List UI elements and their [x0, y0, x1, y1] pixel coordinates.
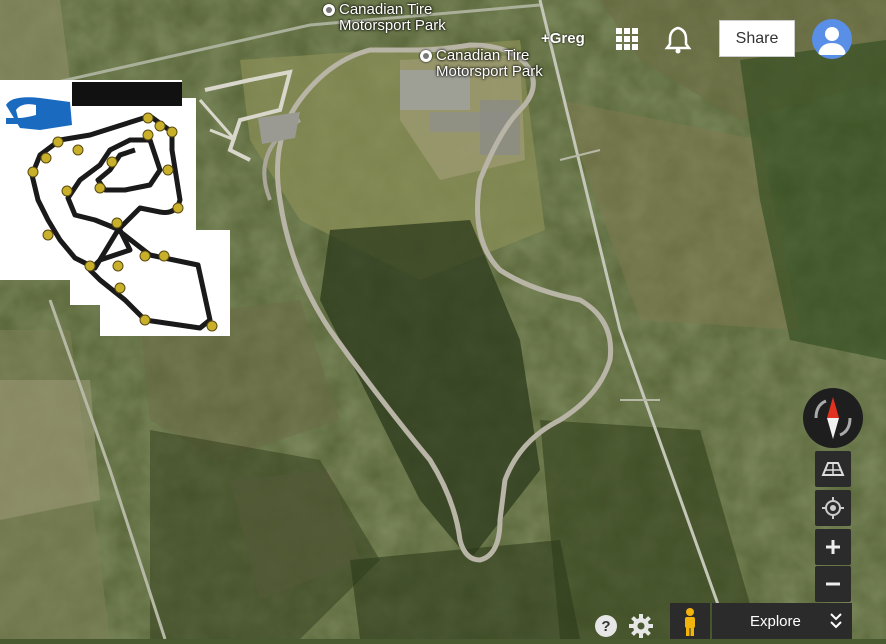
- zoom-out-button[interactable]: [815, 566, 851, 602]
- turn-marker: [142, 112, 154, 124]
- turn-marker: [72, 144, 84, 156]
- explore-label: Explore: [750, 612, 801, 630]
- plus-icon: [826, 540, 840, 554]
- help-icon[interactable]: ?: [594, 614, 618, 638]
- place-label-motorsport-park[interactable]: Canadian Tire Motorsport Park: [420, 48, 543, 80]
- place-label-motorsport-park[interactable]: Canadian Tire Motorsport Park: [323, 2, 446, 34]
- turn-marker: [106, 156, 118, 168]
- turn-marker: [84, 260, 96, 272]
- turn-marker: [52, 136, 64, 148]
- tilt-3d-button[interactable]: [815, 451, 851, 487]
- turn-marker: [114, 282, 126, 294]
- turn-marker: [162, 164, 174, 176]
- turn-marker: [61, 185, 73, 197]
- tilt-icon: [821, 462, 845, 476]
- my-location-icon: [822, 497, 844, 519]
- place-name: Canadian Tire Motorsport Park: [339, 1, 446, 34]
- turn-marker: [40, 152, 52, 164]
- turn-marker: [142, 129, 154, 141]
- avatar[interactable]: [812, 19, 852, 59]
- turn-marker: [112, 260, 124, 272]
- apps-grid-icon[interactable]: [616, 28, 638, 50]
- user-profile-link[interactable]: +Greg: [541, 30, 585, 47]
- turn-marker: [94, 182, 106, 194]
- gear-icon[interactable]: [628, 613, 654, 639]
- turn-marker: [154, 120, 166, 132]
- my-location-button[interactable]: [815, 490, 851, 526]
- turn-marker: [139, 250, 151, 262]
- explore-panel-toggle[interactable]: Explore: [712, 603, 852, 639]
- street-view-pegman[interactable]: [670, 603, 710, 639]
- turn-marker: [206, 320, 218, 332]
- place-pin-icon[interactable]: [323, 4, 335, 16]
- place-name: Canadian Tire Motorsport Park: [436, 47, 543, 80]
- person-icon: [818, 27, 846, 55]
- chevron-double-down-icon: [830, 613, 842, 629]
- zoom-in-button[interactable]: [815, 529, 851, 565]
- help-glyph: ?: [601, 618, 610, 635]
- place-pin-icon[interactable]: [420, 50, 432, 62]
- pegman-icon: [685, 608, 695, 636]
- share-button[interactable]: Share: [719, 20, 795, 57]
- turn-marker: [111, 217, 123, 229]
- turn-marker: [139, 314, 151, 326]
- turn-marker: [42, 229, 54, 241]
- compass-rotate-control[interactable]: [802, 387, 864, 449]
- minus-icon: [826, 582, 840, 586]
- turn-marker: [27, 166, 39, 178]
- track-map-inset: [0, 80, 230, 336]
- turn-marker: [172, 202, 184, 214]
- notifications-bell-icon[interactable]: [664, 24, 692, 54]
- turn-marker: [166, 126, 178, 138]
- turn-marker: [158, 250, 170, 262]
